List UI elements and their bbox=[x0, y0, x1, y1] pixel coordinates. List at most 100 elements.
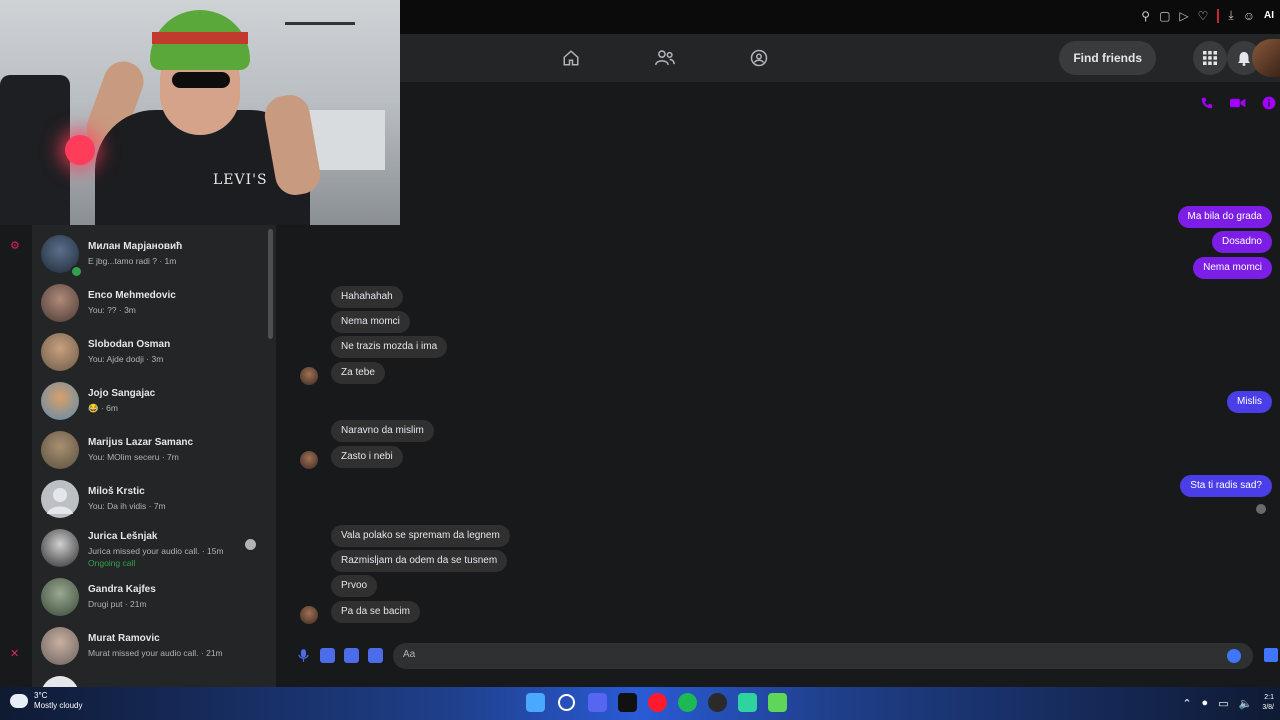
contact-name: Gandra Kajfes bbox=[88, 584, 156, 595]
opera-gx-icon[interactable] bbox=[648, 693, 667, 712]
sunglasses bbox=[172, 72, 230, 88]
incoming-message[interactable]: Pa da se bacim bbox=[331, 601, 420, 623]
mic-icon[interactable]: ● bbox=[1202, 697, 1209, 709]
groups-icon[interactable] bbox=[743, 42, 775, 74]
scrollbar-thumb[interactable] bbox=[268, 229, 273, 339]
emoji-icon[interactable] bbox=[1227, 649, 1241, 663]
display-icon[interactable]: ▭ bbox=[1218, 697, 1228, 710]
spotify-icon[interactable] bbox=[678, 693, 697, 712]
search-icon[interactable] bbox=[558, 694, 575, 711]
audio-call-icon[interactable] bbox=[1200, 96, 1214, 110]
red-lamp bbox=[65, 135, 95, 165]
photo-icon[interactable] bbox=[320, 648, 335, 663]
avatar bbox=[41, 627, 79, 665]
message-input-placeholder: Aa bbox=[403, 649, 416, 660]
outgoing-message[interactable]: Dosadno bbox=[1211, 231, 1272, 253]
incoming-message[interactable]: Nema momci bbox=[331, 311, 410, 333]
message-preview: Drugi put · 21m bbox=[88, 599, 147, 609]
obs-icon[interactable] bbox=[708, 693, 727, 712]
clock-date: 3/8/ bbox=[1262, 704, 1274, 711]
weather-temperature: 3°C bbox=[34, 691, 48, 700]
chat-app-icon[interactable] bbox=[738, 693, 757, 712]
outgoing-message[interactable]: Ma bila do grada bbox=[1177, 206, 1272, 228]
tiktok-icon[interactable] bbox=[618, 693, 637, 712]
download-icon[interactable]: ⤓ bbox=[1228, 8, 1233, 23]
contact-name: Marijus Lazar Samanc bbox=[88, 437, 194, 448]
menu-grid-icon[interactable] bbox=[1193, 41, 1227, 75]
seen-avatar bbox=[245, 539, 256, 550]
incoming-message[interactable]: Zasto i nebi bbox=[331, 446, 403, 468]
list-item[interactable]: Enco Mehmedovic You: ?? · 3m bbox=[32, 280, 266, 328]
list-item[interactable]: Marijus Lazar Samanc You: MOlim seceru ·… bbox=[32, 427, 266, 475]
contact-name: Милан Марјановић bbox=[88, 241, 183, 252]
message-preview: You: Ajde dodji · 3m bbox=[88, 354, 164, 364]
list-item[interactable]: Miloš Krstic You: Da ih vidis · 7m bbox=[32, 476, 266, 524]
contact-name: Jojo Sangajac bbox=[88, 388, 156, 399]
list-item[interactable]: Slobodan Osman You: Ajde dodji · 3m bbox=[32, 329, 266, 377]
video-call-icon[interactable] bbox=[1230, 96, 1246, 110]
pin-icon[interactable]: ⚲ bbox=[1141, 9, 1150, 23]
list-item[interactable] bbox=[32, 672, 266, 687]
home-icon[interactable] bbox=[555, 42, 587, 74]
online-indicator bbox=[70, 265, 83, 278]
message-preview: 😂 · 6m bbox=[88, 403, 118, 413]
ai-button[interactable]: AI bbox=[1264, 10, 1274, 21]
window-icon[interactable]: ▢ bbox=[1159, 9, 1170, 23]
incoming-message[interactable]: Vala polako se spremam da legnem bbox=[331, 525, 510, 547]
play-icon[interactable]: ▷ bbox=[1179, 9, 1188, 23]
message-preview: Murat missed your audio call. · 21m bbox=[88, 648, 223, 658]
chats-list: Милан Марјановић E jbg...tamo radi ? · 1… bbox=[32, 225, 266, 687]
incoming-message[interactable]: Ne trazis mozda i ima bbox=[331, 336, 448, 358]
divider bbox=[1217, 8, 1220, 23]
sticker-icon[interactable] bbox=[344, 648, 359, 663]
incoming-message[interactable]: Hahahahah bbox=[331, 286, 403, 308]
friends-icon[interactable] bbox=[649, 42, 681, 74]
gif-icon[interactable] bbox=[368, 648, 383, 663]
message-preview: You: ?? · 3m bbox=[88, 305, 136, 315]
info-icon[interactable] bbox=[1262, 96, 1276, 110]
thumbs-up-icon[interactable] bbox=[1264, 648, 1278, 662]
weather-widget[interactable]: 3°C Mostly cloudy bbox=[10, 691, 82, 711]
incoming-message[interactable]: Razmisljam da odem da se tusnem bbox=[331, 550, 508, 572]
start-icon[interactable] bbox=[526, 693, 545, 712]
list-item[interactable]: Jojo Sangajac 😂 · 6m bbox=[32, 378, 266, 426]
tray-chevron-icon[interactable]: ⌃ bbox=[1182, 697, 1191, 710]
incoming-message[interactable]: Za tebe bbox=[331, 362, 385, 384]
list-item[interactable]: Jurica Lešnjak Jurica missed your audio … bbox=[32, 525, 266, 573]
profile-avatar[interactable] bbox=[1252, 39, 1280, 77]
list-item[interactable]: Милан Марјановић E jbg...tamo radi ? · 1… bbox=[32, 231, 266, 279]
list-item[interactable]: Murat Ramovic Murat missed your audio ca… bbox=[32, 623, 266, 671]
clock-time: 2:1 bbox=[1264, 694, 1274, 701]
avatar bbox=[41, 382, 79, 420]
account-icon[interactable]: ☺ bbox=[1243, 9, 1255, 23]
contact-name: Miloš Krstic bbox=[88, 486, 145, 497]
outgoing-message[interactable]: Mislis bbox=[1227, 391, 1272, 413]
chats-scrollbar[interactable] bbox=[266, 225, 276, 687]
microphone-icon[interactable] bbox=[296, 648, 311, 663]
incoming-message[interactable]: Prvoo bbox=[331, 575, 378, 597]
contact-name: Murat Ramovic bbox=[88, 633, 160, 644]
clock[interactable]: 2:1 3/8/ bbox=[1262, 693, 1274, 713]
settings-icon[interactable]: ⚙ bbox=[10, 239, 22, 252]
weather-condition: Mostly cloudy bbox=[34, 701, 83, 710]
avatar bbox=[41, 676, 79, 687]
outgoing-message[interactable]: Sta ti radis sad? bbox=[1180, 475, 1272, 497]
find-friends-button[interactable]: Find friends bbox=[1059, 41, 1156, 75]
hat-band bbox=[152, 32, 248, 44]
discord-icon[interactable] bbox=[588, 693, 607, 712]
volume-icon[interactable]: 🔈 bbox=[1239, 697, 1253, 710]
message-input[interactable]: Aa bbox=[393, 643, 1253, 669]
conversation-actions bbox=[1200, 96, 1276, 110]
incoming-message[interactable]: Naravno da mislim bbox=[331, 420, 434, 442]
streamlabs-icon[interactable] bbox=[768, 693, 787, 712]
left-rail: ⚙ ✕ bbox=[0, 225, 32, 687]
cloud-icon bbox=[10, 694, 28, 708]
conversation-panel: Ma bila do grada Dosadno Nema momci Haha… bbox=[287, 82, 1280, 688]
list-item[interactable]: Gandra Kajfes Drugi put · 21m bbox=[32, 574, 266, 622]
browser-extension-icons: ⚲ ▢ ▷ ♡ ⤓ ☺ AI bbox=[1141, 8, 1274, 23]
shirt-logo: LEVI'S bbox=[213, 172, 268, 188]
outgoing-message[interactable]: Nema momci bbox=[1193, 257, 1272, 279]
rail-bottom-icon[interactable]: ✕ bbox=[10, 647, 22, 660]
heart-icon[interactable]: ♡ bbox=[1198, 9, 1209, 23]
taskbar-apps bbox=[526, 693, 787, 712]
